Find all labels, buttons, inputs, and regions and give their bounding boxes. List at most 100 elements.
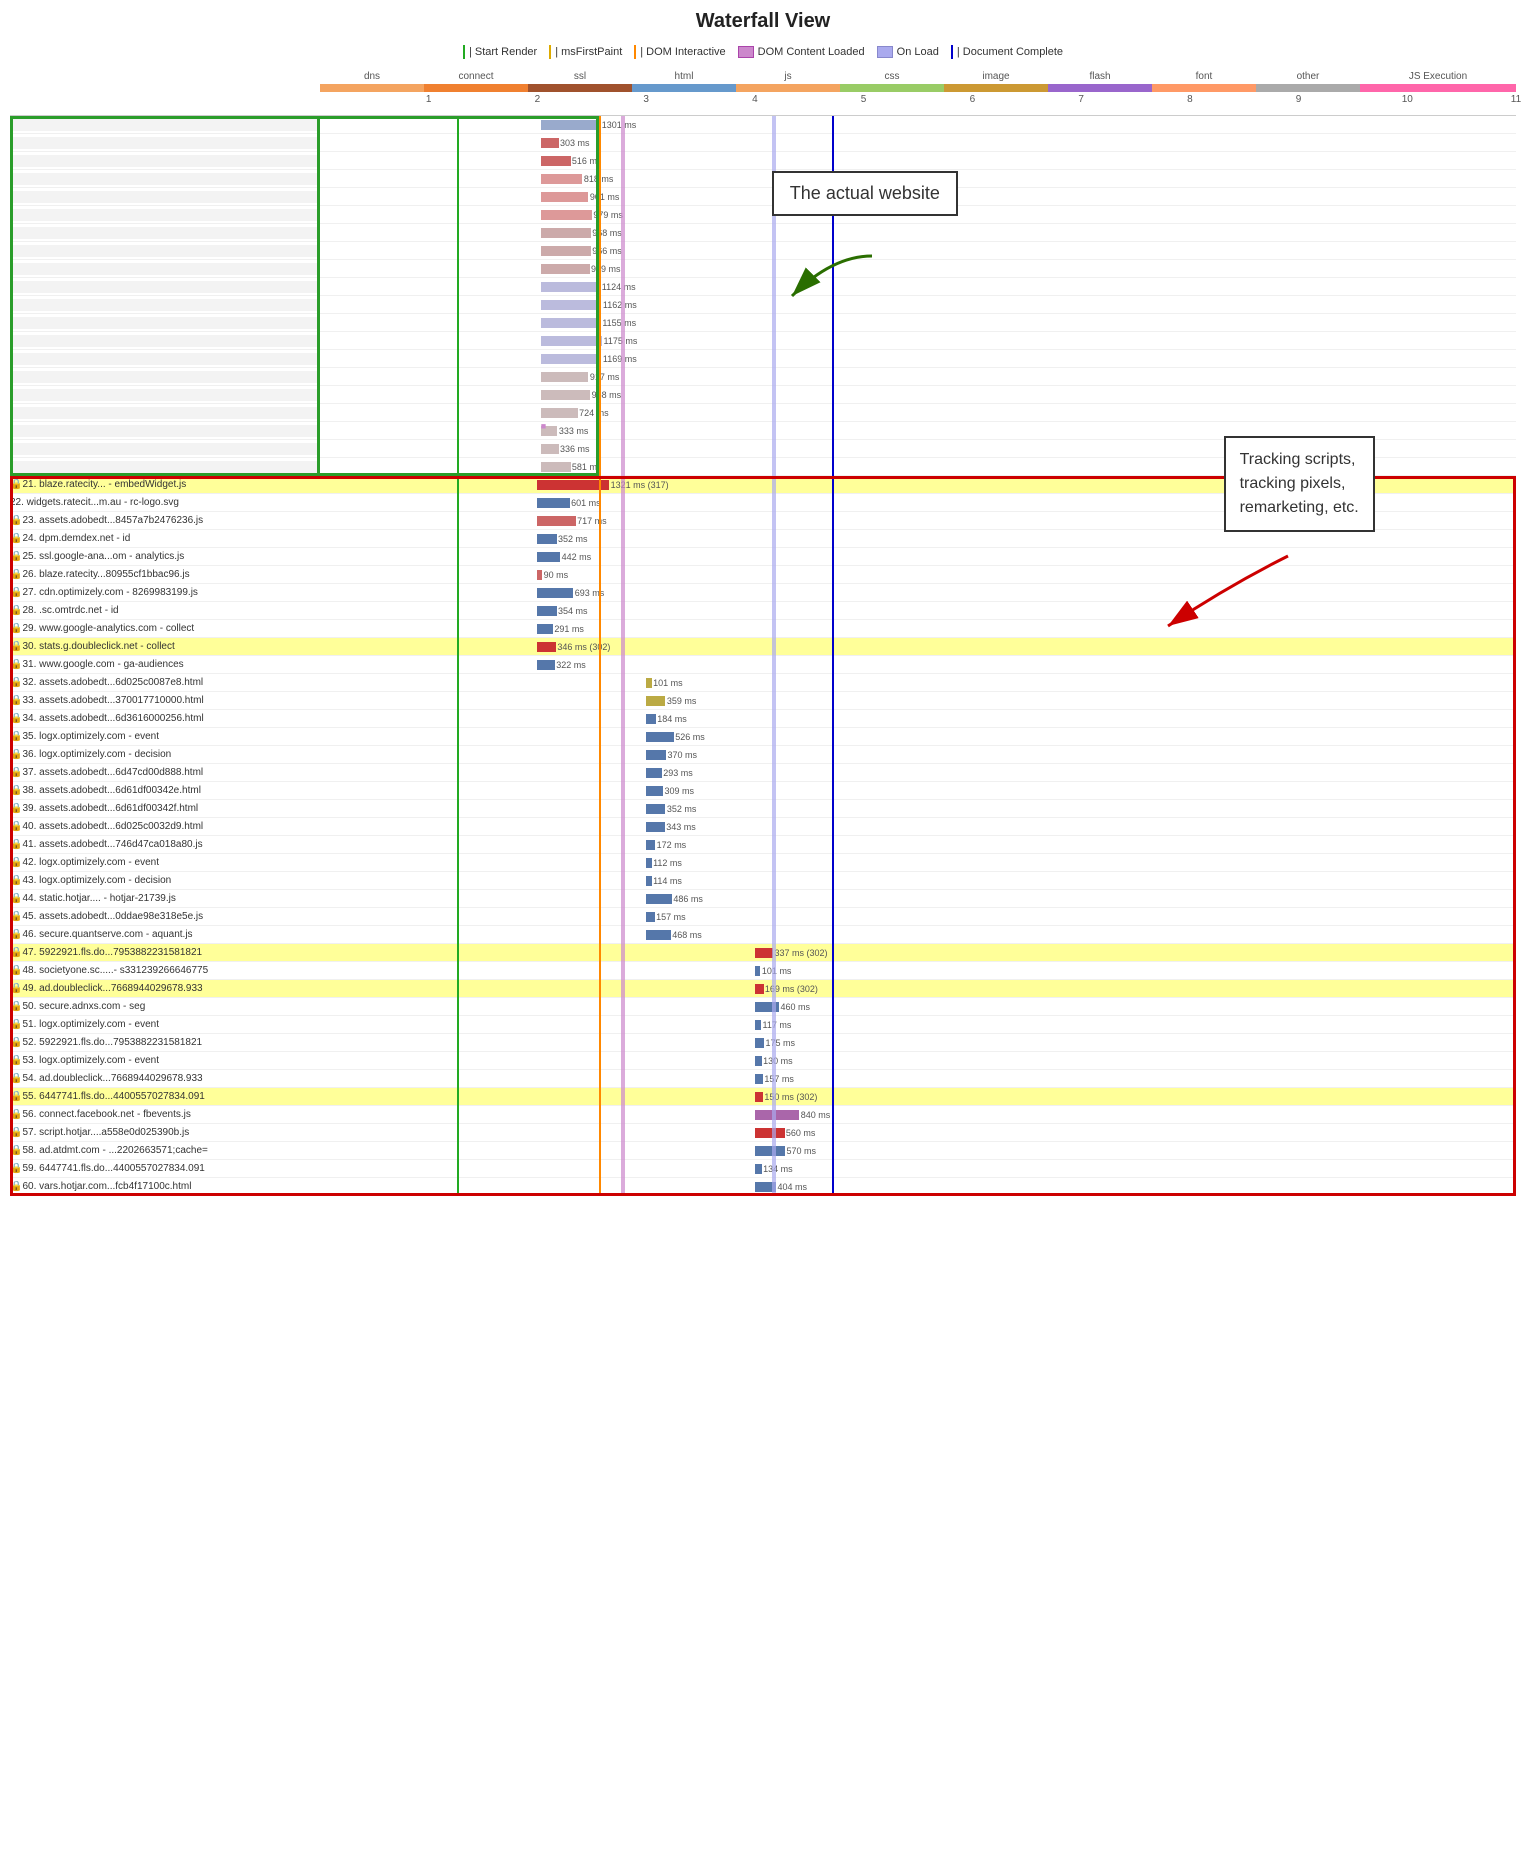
row-47: 🔒47. 5922921.fls.do...7953882231581821 3…: [10, 944, 1516, 962]
bar-26: [537, 570, 542, 580]
url-22: 22. widgets.ratecit...m.au - rc-logo.svg: [10, 497, 320, 508]
url-56: 🔒56. connect.facebook.net - fbevents.js: [10, 1109, 320, 1120]
bar-54: [755, 1074, 763, 1084]
tick-10: 10: [1402, 94, 1413, 105]
bar-22: [537, 498, 569, 508]
bar-label: 966 ms: [592, 246, 622, 256]
url-col-header: [10, 71, 320, 82]
legend-dom-interactive: | DOM Interactive: [634, 45, 725, 59]
blurred-url: [10, 209, 320, 221]
bar-57: [755, 1128, 785, 1138]
bar-label-53: 130 ms: [763, 1056, 793, 1066]
bar: [541, 372, 589, 382]
url-57: 🔒57. script.hotjar....a558e0d025390b.js: [10, 1127, 320, 1138]
row-timeline: 516 ms: [324, 152, 1516, 169]
callout-tracking: Tracking scripts, tracking pixels, remar…: [1224, 436, 1375, 532]
url-50: 🔒50. secure.adnxs.com - seg: [10, 1001, 320, 1012]
url-33: 🔒33. assets.adobedt...370017710000.html: [10, 695, 320, 706]
tick-1: 1: [426, 94, 432, 105]
col-dns: dns: [320, 71, 424, 82]
row-55: 🔒55. 6447741.fls.do...4400557027834.091 …: [10, 1088, 1516, 1106]
blurred-url: [10, 119, 320, 131]
bar-label-49: 169 ms (302): [765, 984, 818, 994]
row-timeline: 1124 ms: [324, 278, 1516, 295]
red-arrow-svg: [1148, 546, 1328, 646]
bar-53: [755, 1056, 762, 1066]
bar-41: [646, 840, 655, 850]
tick-11: 11: [1511, 94, 1521, 105]
page-title: Waterfall View: [10, 10, 1516, 33]
row-56: 🔒56. connect.facebook.net - fbevents.js …: [10, 1106, 1516, 1124]
bar-59: [755, 1164, 762, 1174]
url-45: 🔒45. assets.adobedt...0ddae98e318e5e.js: [10, 911, 320, 922]
row-timeline-54: 157 ms: [320, 1070, 1516, 1087]
callout-tracking-line1: Tracking scripts,: [1240, 451, 1356, 468]
url-35: 🔒35. logx.optimizely.com - event: [10, 731, 320, 742]
blurred-url: [10, 317, 320, 329]
row-timeline-42: 112 ms: [320, 854, 1516, 871]
tick-4: 4: [752, 94, 758, 105]
url-38: 🔒38. assets.adobedt...6d61df00342e.html: [10, 785, 320, 796]
row-timeline: 966 ms: [324, 242, 1516, 259]
bar-28: [537, 606, 556, 616]
legend-label-dom-interactive: | DOM Interactive: [640, 46, 725, 58]
url-59: 🔒59. 6447741.fls.do...4400557027834.091: [10, 1163, 320, 1174]
bar-49: [755, 984, 764, 994]
bar-label-47: 337 ms (302): [774, 948, 827, 958]
row-41: 🔒41. assets.adobedt...746d47ca018a80.js …: [10, 836, 1516, 854]
row-timeline: 968 ms: [324, 224, 1516, 241]
url-47: 🔒47. 5922921.fls.do...7953882231581821: [10, 947, 320, 958]
bar-50: [755, 1002, 779, 1012]
bar: [541, 318, 601, 328]
tick-6: 6: [970, 94, 976, 105]
row-37: 🔒37. assets.adobedt...6d47cd00d888.html …: [10, 764, 1516, 782]
row-58: 🔒58. ad.atdmt.com - ...2202663571;cache=…: [10, 1142, 1516, 1160]
bar-31: [537, 660, 554, 670]
row-timeline-43: 114 ms: [320, 872, 1516, 889]
row: 1301 ms: [10, 116, 1516, 134]
bar-label-29: 291 ms: [554, 624, 584, 634]
bar-label-32: 101 ms: [653, 678, 683, 688]
bar-label-58: 570 ms: [786, 1146, 816, 1156]
row-timeline: 1301 ms: [324, 116, 1516, 133]
row-timeline-58: 570 ms: [320, 1142, 1516, 1159]
bar-label-37: 293 ms: [663, 768, 693, 778]
blurred-url: [10, 407, 320, 419]
bar-60: [755, 1182, 776, 1192]
row-timeline-30: 346 ms (302): [320, 638, 1516, 655]
bar-label: 1169 ms: [603, 354, 637, 364]
color-connect: [424, 84, 528, 92]
color-font: [1152, 84, 1256, 92]
green-arrow: [772, 246, 892, 309]
bar-label-40: 343 ms: [666, 822, 696, 832]
row-43: 🔒43. logx.optimizely.com - decision 114 …: [10, 872, 1516, 890]
color-html: [632, 84, 736, 92]
row-timeline-36: 370 ms: [320, 746, 1516, 763]
color-image: [944, 84, 1048, 92]
row-timeline: 303 ms: [324, 134, 1516, 151]
bar-45: [646, 912, 654, 922]
url-26: 🔒26. blaze.ratecity...80955cf1bbac96.js: [10, 569, 320, 580]
bar-label: 1162 ms: [603, 300, 637, 310]
bar-24: [537, 534, 556, 544]
url-44: 🔒44. static.hotjar.... - hotjar-21739.js: [10, 893, 320, 904]
bar-label: 1124 ms: [602, 282, 636, 292]
callout-actual-text: The actual website: [790, 183, 940, 203]
bar-34: [646, 714, 656, 724]
url-25: 🔒25. ssl.google-ana...om - analytics.js: [10, 551, 320, 562]
url-37: 🔒37. assets.adobedt...6d47cd00d888.html: [10, 767, 320, 778]
row-timeline-27: 693 ms: [320, 584, 1516, 601]
bar-label-35: 526 ms: [675, 732, 705, 742]
bar-label: 336 ms: [560, 444, 590, 454]
row-timeline: 724 ms: [324, 404, 1516, 421]
bar: [541, 210, 592, 220]
url-46: 🔒46. secure.quantserve.com - aquant.js: [10, 929, 320, 940]
bar-label-31: 322 ms: [556, 660, 586, 670]
bar-label-51: 117 ms: [763, 1020, 792, 1030]
bar: [541, 120, 601, 130]
col-ssl: ssl: [528, 71, 632, 82]
bar: [541, 444, 559, 454]
url-23: 🔒23. assets.adobedt...8457a7b2476236.js: [10, 515, 320, 526]
bar: [541, 336, 602, 346]
bar-label: 901 ms: [590, 192, 620, 202]
